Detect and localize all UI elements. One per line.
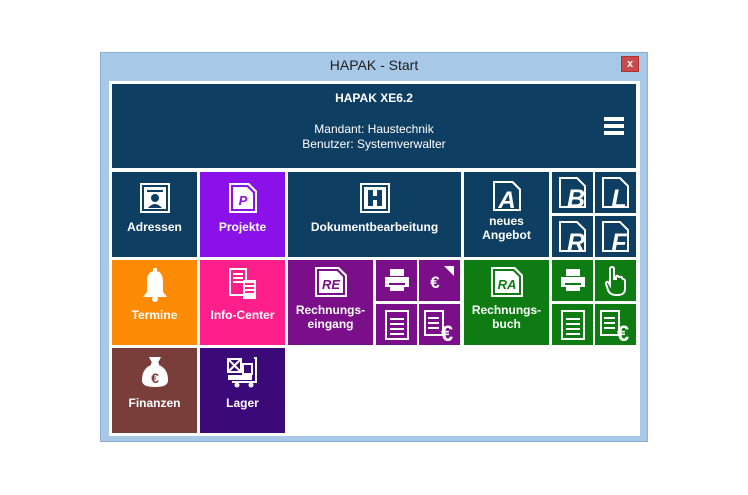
ra-print-tile[interactable]	[552, 260, 593, 301]
info-center-tile[interactable]: Info-Center	[200, 260, 285, 345]
hand-truck-icon	[226, 357, 257, 388]
benutzer-label: Benutzer: Systemverwalter	[302, 137, 446, 151]
re-euro-glyph: €	[430, 273, 440, 292]
client-area: HAPAK XE6.2 Mandant: Haustechnik Benutze…	[109, 81, 640, 436]
rechnungsbuch-label-line2: buch	[492, 317, 521, 331]
projekte-label: Projekte	[218, 220, 267, 234]
document-f-tile[interactable]: F	[595, 216, 636, 257]
finanzen-tile[interactable]: € Finanzen	[112, 348, 197, 433]
invoice-euro-icon: €	[423, 310, 453, 342]
lager-tile[interactable]: Lager	[200, 348, 285, 433]
document-l-tile[interactable]: L	[595, 172, 636, 213]
invoice-euro-icon: €	[599, 310, 629, 342]
lager-label: Lager	[226, 396, 259, 410]
neues-angebot-tile[interactable]: A neues Angebot	[464, 172, 549, 257]
finanzen-label: Finanzen	[128, 396, 181, 410]
document-h-icon	[359, 183, 390, 213]
document-b-tile[interactable]: B	[552, 172, 593, 213]
pointing-hand-icon	[604, 265, 626, 296]
offer-document-icon: A	[492, 181, 521, 212]
adressen-label: Adressen	[127, 220, 182, 234]
project-document-icon: P	[228, 183, 257, 213]
euro-payment-icon: €	[430, 266, 454, 292]
angebot-glyph: A	[497, 187, 515, 212]
doc-b-glyph: B	[566, 185, 584, 209]
header-panel: HAPAK XE6.2 Mandant: Haustechnik Benutze…	[112, 84, 636, 168]
termine-label: Termine	[131, 308, 178, 322]
finanzen-euro-glyph: €	[151, 370, 159, 386]
invoice-list-icon	[384, 310, 409, 340]
title-bar: HAPAK - Start x	[101, 53, 647, 79]
rechnungsbuch-label-line1: Rechnungs-	[471, 303, 542, 317]
termine-tile[interactable]: Termine	[112, 260, 197, 345]
re-list-euro-tile[interactable]: €	[419, 304, 460, 345]
ra-list-euro-tile[interactable]: €	[595, 304, 636, 345]
rechnungseingang-label-line1: Rechnungs-	[295, 303, 366, 317]
rechnungsbuch-tile[interactable]: RA Rechnungs- buch	[464, 260, 549, 345]
invoice-book-icon: RA	[490, 267, 523, 297]
rechnungseingang-tile[interactable]: RE Rechnungs- eingang	[288, 260, 373, 345]
invoice-list-icon	[560, 310, 585, 340]
document-b-icon: B	[558, 177, 586, 209]
app-version-title: HAPAK XE6.2	[335, 91, 413, 105]
printer-icon	[384, 269, 409, 291]
document-f-icon: F	[601, 221, 629, 253]
hamburger-menu-icon[interactable]	[604, 117, 624, 138]
dokumentbearbeitung-tile[interactable]: Dokumentbearbeitung	[288, 172, 461, 257]
doc-f-glyph: F	[611, 229, 627, 253]
money-bag-icon: €	[141, 357, 168, 387]
ra-list-euro-glyph: €	[616, 321, 628, 342]
info-center-label: Info-Center	[210, 308, 275, 322]
rechnungseingang-label-line2: eingang	[307, 317, 354, 331]
re-list-tile[interactable]	[376, 304, 417, 345]
document-l-icon: L	[601, 177, 629, 209]
re-payment-tile[interactable]: €	[419, 260, 460, 301]
ra-list-tile[interactable]	[552, 304, 593, 345]
mandant-label: Mandant: Haustechnik	[314, 122, 434, 136]
info-center-icon	[228, 268, 256, 299]
re-list-euro-glyph: €	[440, 321, 452, 342]
ra-hand-tile[interactable]	[595, 260, 636, 301]
projekte-tile[interactable]: P Projekte	[200, 172, 285, 257]
angebot-label-line1: neues	[489, 214, 524, 228]
ra-glyph: RA	[497, 277, 516, 292]
doc-r-glyph: R	[566, 229, 584, 253]
adressen-tile[interactable]: Adressen	[112, 172, 197, 257]
angebot-label-line2: Angebot	[482, 228, 531, 242]
close-button[interactable]: x	[621, 56, 639, 72]
doc-l-glyph: L	[611, 185, 626, 209]
document-r-tile[interactable]: R	[552, 216, 593, 257]
dokumentbearbeitung-label: Dokumentbearbeitung	[310, 220, 439, 234]
projekte-glyph: P	[238, 193, 247, 208]
printer-icon	[560, 269, 585, 291]
re-glyph: RE	[321, 277, 339, 292]
document-r-icon: R	[558, 221, 586, 253]
incoming-invoice-icon: RE	[314, 267, 347, 297]
re-print-tile[interactable]	[376, 260, 417, 301]
bell-icon	[142, 268, 167, 302]
address-card-icon	[139, 183, 170, 213]
window-title: HAPAK - Start	[329, 57, 419, 73]
app-window: HAPAK - Start x HAPAK XE6.2 Mandant: Hau…	[100, 52, 648, 442]
